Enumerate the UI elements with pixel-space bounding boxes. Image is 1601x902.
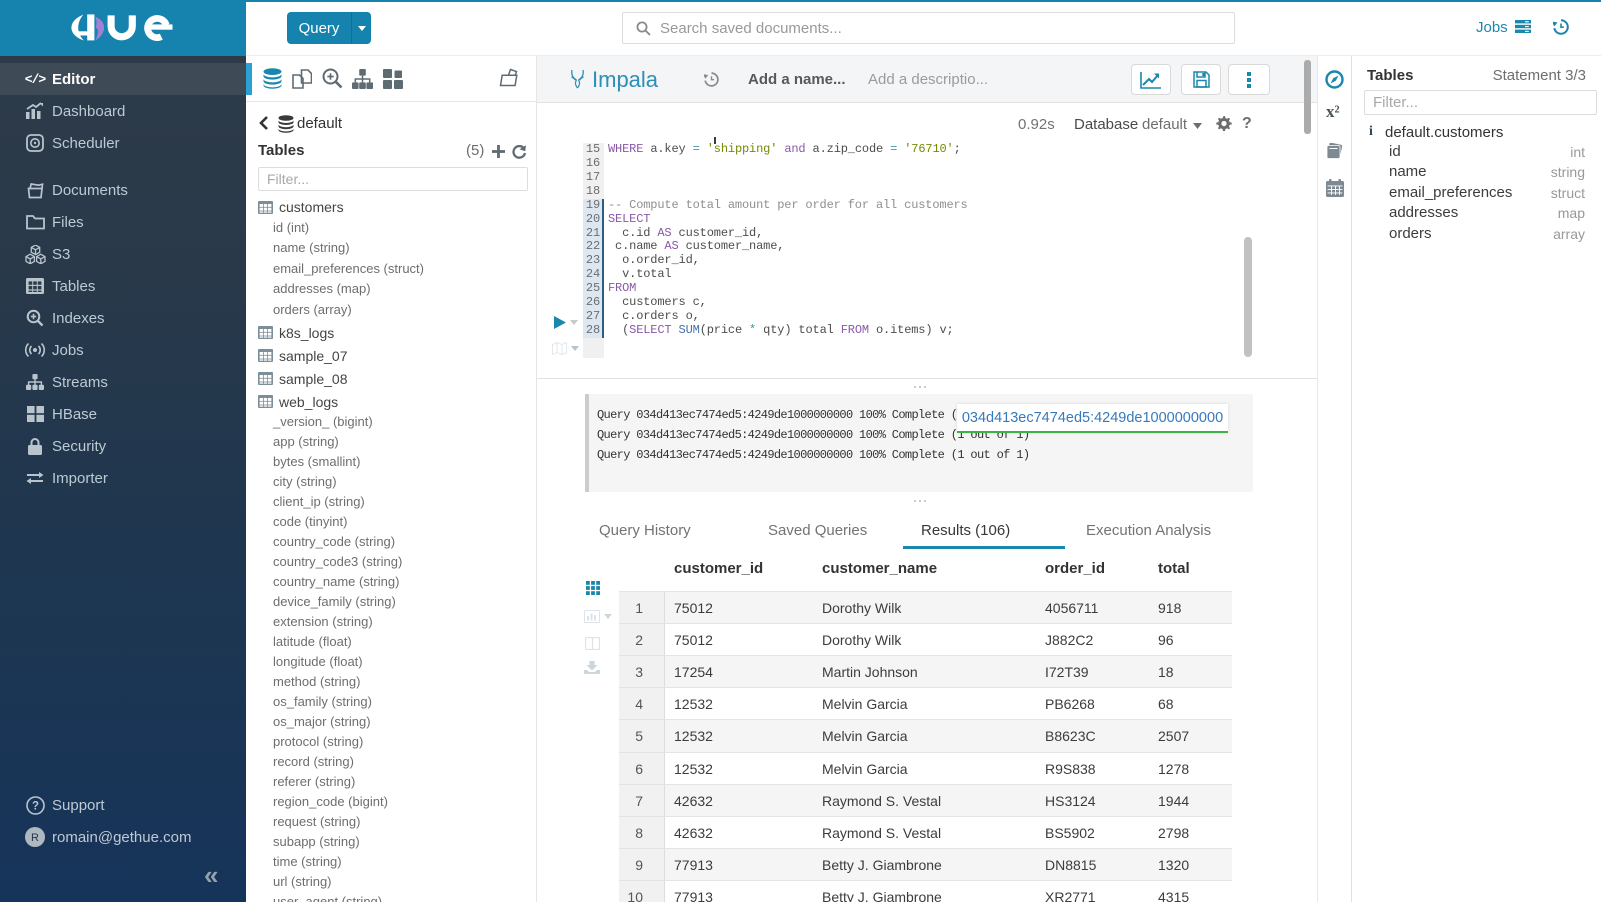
svg-text:R: R xyxy=(31,832,39,844)
svg-text:?: ? xyxy=(31,800,38,812)
